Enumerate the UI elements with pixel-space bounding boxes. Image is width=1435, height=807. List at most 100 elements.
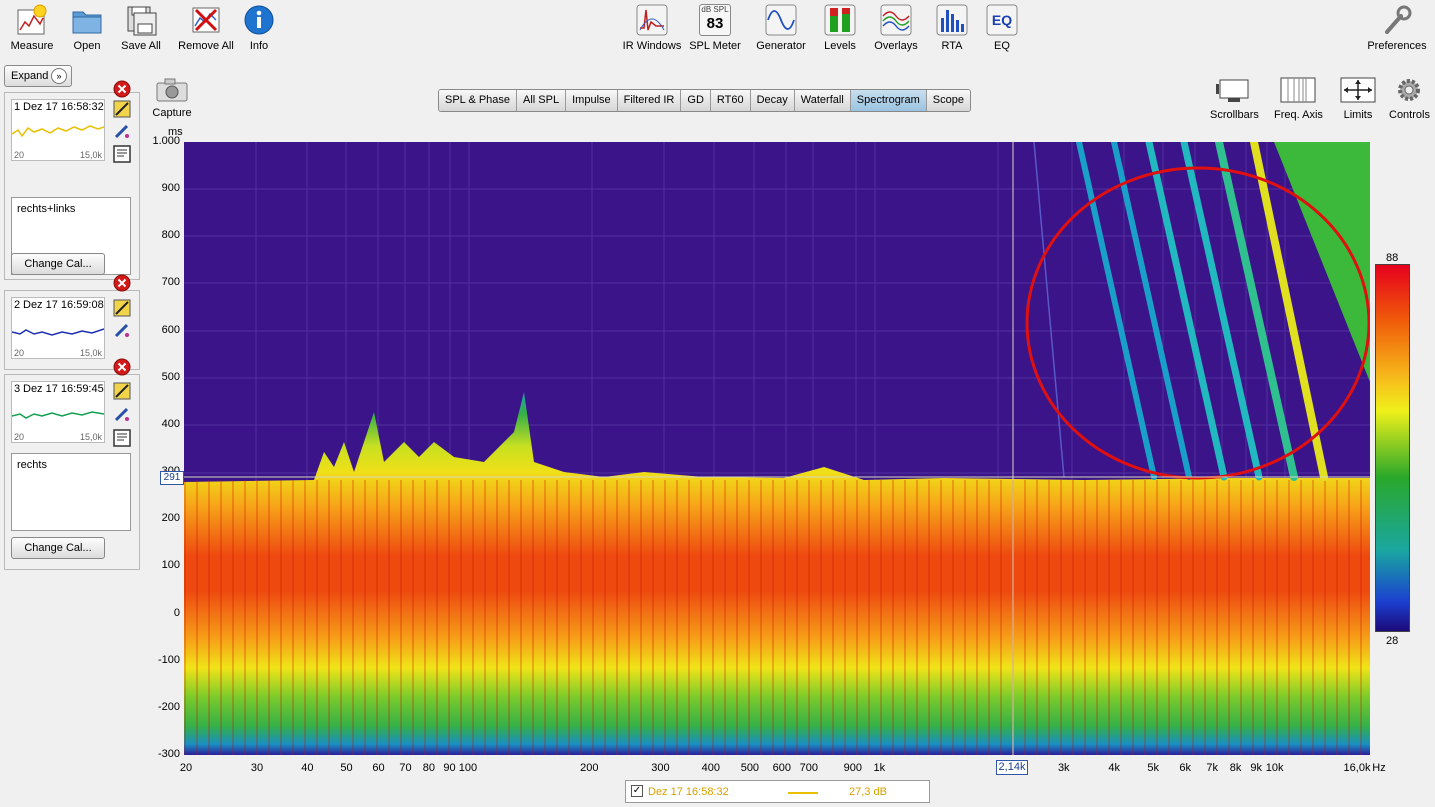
spl-meter-icon: dB SPL 83: [699, 4, 731, 36]
cursor-y-readout: 291: [160, 471, 184, 485]
preferences-button[interactable]: Preferences: [1364, 4, 1430, 52]
limits-label: Limits: [1343, 109, 1373, 121]
measurement-datetime: Dez 17 16:59:45: [23, 383, 104, 395]
measurement-number: 2: [14, 299, 21, 311]
x-tick-label: 60: [372, 762, 385, 774]
trace-legend[interactable]: ✓ Dez 17 16:58:32 27,3 dB: [625, 780, 930, 803]
info-label: Info: [249, 40, 269, 52]
y-tick-label: 1.000: [152, 135, 180, 147]
measurement-notes-field[interactable]: rechts: [11, 453, 131, 531]
x-tick-label: 9k: [1250, 762, 1263, 774]
expand-button[interactable]: Expand »: [4, 65, 72, 87]
measurement-thumbnail[interactable]: 3 Dez 17 16:59:45 20 15,0k: [11, 381, 105, 443]
x-tick-label: 500: [740, 762, 760, 774]
overlays-icon: [880, 4, 912, 36]
legend-value: 27,3 dB: [849, 786, 887, 798]
y-tick-label: 700: [161, 276, 180, 289]
cursor-x-readout: 2,14k: [996, 760, 1028, 775]
x-tick-label: 40: [301, 762, 314, 774]
edit-icon[interactable]: [113, 100, 131, 118]
x-tick-label: 80: [422, 762, 435, 774]
measurement-card-3[interactable]: 3 Dez 17 16:59:45 20 15,0k rechts Change…: [4, 358, 140, 570]
tab-waterfall[interactable]: Waterfall: [794, 90, 851, 111]
tab-impulse[interactable]: Impulse: [566, 90, 618, 111]
limits-icon: [1340, 77, 1376, 103]
info-button[interactable]: Info: [229, 4, 289, 52]
tab-spl-phase[interactable]: SPL & Phase: [439, 90, 518, 111]
y-tick-label: 500: [161, 370, 180, 383]
generator-button[interactable]: Generator: [751, 4, 811, 52]
overlays-label: Overlays: [874, 40, 918, 52]
capture-button[interactable]: Capture: [152, 78, 192, 119]
tab-spectrogram[interactable]: Spectrogram: [850, 90, 927, 111]
x-tick-label: 20: [179, 762, 193, 774]
x-tick-label: 300: [651, 762, 670, 774]
measurement-card-1[interactable]: 1 Dez 17 16:58:32 20 15,0k rechts+links …: [4, 80, 140, 280]
x-tick-label: 8k: [1229, 762, 1242, 774]
save-all-button[interactable]: Save All: [111, 4, 171, 52]
measurement-thumbnail[interactable]: 2 Dez 17 16:59:08 20 15,0k: [11, 297, 105, 359]
legend-datetime: Dez 17 16:58:32: [648, 786, 729, 798]
notes-icon[interactable]: [113, 145, 131, 163]
levels-button[interactable]: Levels: [810, 4, 870, 52]
tab-gd[interactable]: GD: [681, 90, 711, 111]
measurement-number: 3: [14, 383, 21, 395]
tab-filtered-ir[interactable]: Filtered IR: [617, 90, 682, 111]
generator-label: Generator: [756, 40, 806, 52]
x-tick-label: 1k: [873, 762, 886, 774]
x-tick-label: 90: [443, 762, 456, 774]
pen-icon[interactable]: [113, 321, 131, 339]
x-tick-label: 6k: [1179, 762, 1191, 774]
ir-windows-button[interactable]: IR Windows: [620, 4, 684, 52]
colorbar-max-label: 88: [1386, 252, 1399, 264]
notes-icon[interactable]: [113, 429, 131, 447]
controls-button[interactable]: Controls: [1389, 76, 1430, 121]
close-icon[interactable]: [113, 274, 131, 292]
pen-icon[interactable]: [113, 122, 131, 140]
edit-icon[interactable]: [113, 382, 131, 400]
change-cal-button[interactable]: Change Cal...: [11, 253, 105, 275]
scrollbars-button[interactable]: Scrollbars: [1210, 76, 1259, 121]
measure-label: Measure: [10, 40, 54, 52]
spl-meter-label: SPL Meter: [689, 40, 741, 52]
tab-rt60[interactable]: RT60: [710, 90, 751, 111]
colorbar: [1375, 264, 1410, 632]
remove-all-button[interactable]: Remove All: [176, 4, 236, 52]
x-tick-label: 5k: [1147, 762, 1160, 774]
change-cal-button[interactable]: Change Cal...: [11, 537, 105, 559]
colorbar-min-label: 28: [1386, 635, 1399, 647]
remove-all-label: Remove All: [178, 40, 234, 52]
measurement-trace: [12, 125, 104, 138]
spectrogram-plot[interactable]: [184, 142, 1370, 755]
legend-checkbox[interactable]: ✓: [631, 785, 643, 797]
measurement-thumbnail[interactable]: 1 Dez 17 16:58:32 20 15,0k: [11, 99, 105, 161]
pen-icon[interactable]: [113, 405, 131, 423]
freq-axis-label: Freq. Axis: [1274, 109, 1323, 121]
thumb-freq-hi: 15,0k: [79, 432, 102, 442]
ir-windows-icon: [636, 4, 668, 36]
close-icon[interactable]: [113, 358, 131, 376]
freq-axis-icon: [1280, 77, 1316, 103]
measure-button[interactable]: Measure: [2, 4, 62, 52]
camera-icon: [156, 78, 188, 102]
tab-decay[interactable]: Decay: [750, 90, 795, 111]
tab-all-spl[interactable]: All SPL: [517, 90, 567, 111]
levels-label: Levels: [824, 40, 856, 52]
y-tick-label: -200: [157, 700, 180, 713]
gear-icon: [1398, 79, 1421, 101]
open-button[interactable]: Open: [57, 4, 117, 52]
close-icon[interactable]: [113, 80, 131, 98]
overlays-button[interactable]: Overlays: [866, 4, 926, 52]
edit-icon[interactable]: [113, 299, 131, 317]
spl-meter-button[interactable]: dB SPL 83 SPL Meter: [685, 4, 745, 52]
measure-icon: [17, 4, 47, 35]
rta-icon: [936, 4, 968, 36]
thumb-freq-hi: 15,0k: [79, 150, 102, 160]
freq-axis-button[interactable]: Freq. Axis: [1274, 76, 1323, 121]
eq-button[interactable]: EQ EQ: [972, 4, 1032, 52]
ir-windows-label: IR Windows: [622, 40, 682, 52]
y-tick-label: 0: [173, 606, 180, 619]
tab-scope[interactable]: Scope: [926, 90, 970, 111]
x-tick-label: 7k: [1206, 762, 1218, 774]
limits-button[interactable]: Limits: [1340, 76, 1376, 121]
